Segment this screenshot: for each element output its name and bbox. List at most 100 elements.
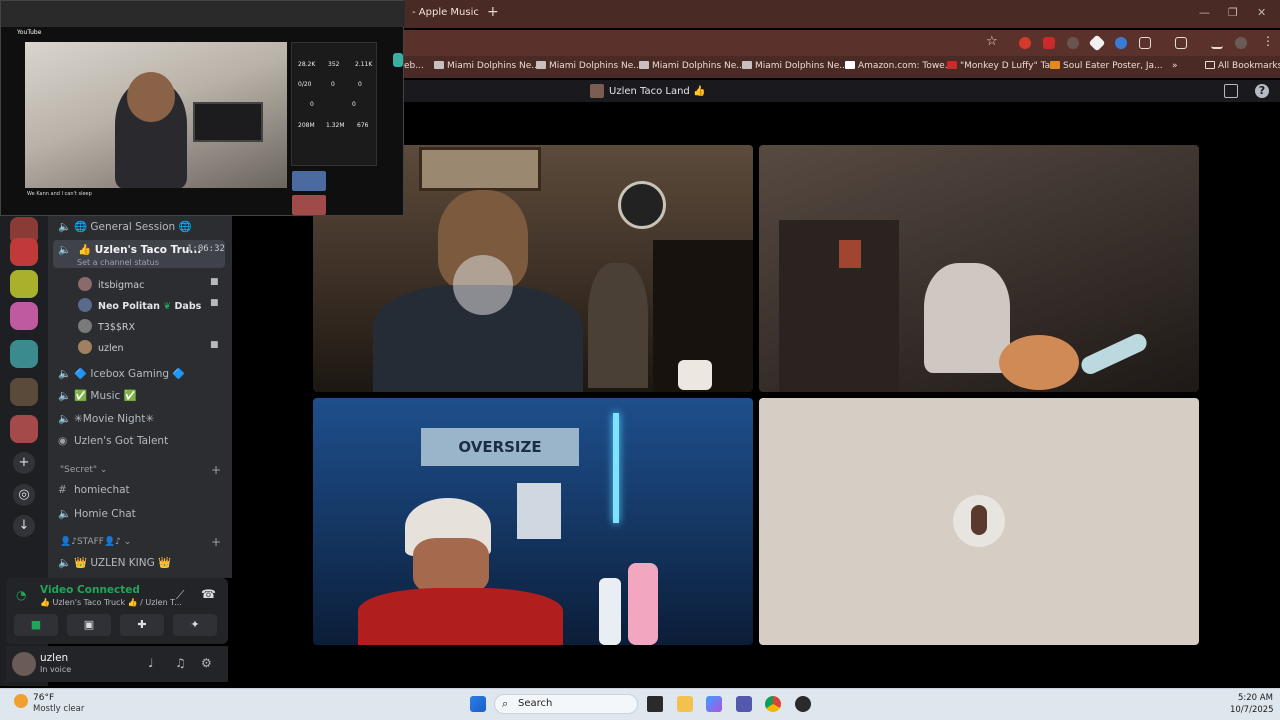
channel-homie-chat[interactable]: 🔈 Homie Chat: [58, 507, 136, 520]
server-icon[interactable]: [10, 302, 38, 330]
youtube-logo[interactable]: YouTube: [17, 29, 41, 36]
close-icon[interactable]: ✕: [1257, 6, 1266, 19]
video-thumbnail[interactable]: [292, 195, 326, 215]
speaker-icon: 🔈: [58, 244, 72, 256]
stat-value: 352: [328, 61, 340, 68]
add-server-icon[interactable]: +: [13, 452, 35, 474]
bookmarks-chevron-icon[interactable]: »: [1172, 61, 1178, 71]
file-explorer-icon[interactable]: [677, 696, 693, 712]
screen-share-button[interactable]: ▣: [67, 614, 111, 636]
weather-description[interactable]: Mostly clear: [33, 704, 84, 714]
gear-icon[interactable]: ⚙: [201, 656, 212, 670]
avatar[interactable]: [12, 652, 36, 676]
username[interactable]: uzlen: [40, 652, 68, 664]
bookmark-item[interactable]: Miami Dolphins Ne...: [742, 61, 848, 71]
channel-icebox-gaming[interactable]: 🔈 🔷 Icebox Gaming 🔷: [58, 367, 186, 380]
stat-value: 2.11K: [355, 61, 373, 68]
maximize-icon[interactable]: ❐: [1228, 6, 1238, 19]
category-secret[interactable]: "Secret" ⌄: [60, 465, 107, 475]
category-staff[interactable]: 👤♪STAFF👤♪ ⌄: [60, 537, 131, 547]
app-icon[interactable]: [795, 696, 811, 712]
extension-icon[interactable]: [1019, 37, 1031, 49]
speaker-icon: 🔈: [58, 390, 72, 402]
profile-avatar[interactable]: [1235, 37, 1247, 49]
bookmark-item[interactable]: Miami Dolphins Ne...: [536, 61, 642, 71]
weather-icon[interactable]: [14, 694, 28, 708]
add-channel-icon[interactable]: +: [211, 463, 221, 477]
clock-date[interactable]: 10/7/2025: [1230, 705, 1274, 715]
browser-tab-title[interactable]: - Apple Music: [412, 7, 479, 18]
speaker-icon: 🔈: [58, 221, 72, 233]
folder-icon: [1205, 61, 1215, 69]
activity-gamepad-button[interactable]: ✚: [120, 614, 164, 636]
youtube-video[interactable]: [25, 42, 287, 188]
headphones-icon[interactable]: ♫: [175, 656, 186, 670]
channel-general-session[interactable]: 🔈 🌐 General Session 🌐: [58, 220, 192, 233]
adblock-icon[interactable]: [1043, 37, 1055, 49]
menu-kebab-icon[interactable]: ⋮: [1262, 34, 1274, 48]
extension-icon[interactable]: [1115, 37, 1127, 49]
channel-movie-night[interactable]: 🔈 ✳Movie Night✳: [58, 412, 154, 425]
noise-suppression-icon[interactable]: ⟋: [176, 588, 184, 603]
chrome-icon[interactable]: [765, 696, 781, 712]
signal-icon[interactable]: ◔: [16, 588, 26, 602]
explore-compass-icon[interactable]: ◎: [13, 484, 35, 506]
extensions-puzzle-icon[interactable]: [1139, 37, 1151, 49]
inbox-icon[interactable]: [1224, 84, 1238, 98]
star-icon[interactable]: ☆: [986, 34, 998, 49]
video-tile-uzlen-avatar[interactable]: [759, 398, 1199, 645]
extension-icon[interactable]: [1067, 37, 1079, 49]
new-tab-icon[interactable]: +: [487, 4, 499, 20]
minimize-icon[interactable]: —: [1199, 6, 1210, 19]
bookmark-item[interactable]: Miami Dolphins Ne...: [639, 61, 745, 71]
server-icon[interactable]: [10, 238, 38, 266]
stat-value: 0/20: [298, 81, 312, 88]
voice-member[interactable]: Neo Politan ❦ Dabs: [78, 298, 201, 312]
voice-member[interactable]: itsbigmac: [78, 277, 144, 291]
pip-scroll-handle[interactable]: [393, 53, 403, 67]
cast-icon[interactable]: [1175, 37, 1187, 49]
voice-channel-path[interactable]: 👍 Uzlen's Taco Truck 👍 / Uzlen T...: [40, 598, 182, 607]
channel-music[interactable]: 🔈 ✅ Music ✅: [58, 389, 137, 402]
microphone-icon[interactable]: ♩: [148, 656, 154, 670]
server-icon[interactable]: [10, 270, 38, 298]
server-icon[interactable]: [10, 378, 38, 406]
bookmark-item[interactable]: Miami Dolphins Ne...: [434, 61, 540, 71]
channel-status[interactable]: Set a channel status: [77, 258, 159, 267]
bookmark-item[interactable]: Soul Eater Poster, Ja...: [1050, 61, 1163, 71]
camera-button[interactable]: ■: [14, 614, 58, 636]
all-bookmarks[interactable]: All Bookmarks: [1205, 61, 1280, 71]
voice-member[interactable]: T3$$RX: [78, 319, 135, 333]
teams-icon[interactable]: [736, 696, 752, 712]
copilot-icon[interactable]: [706, 696, 722, 712]
channel-uzlen-king[interactable]: 🔈 👑 UZLEN KING 👑: [58, 556, 171, 569]
dartboard: [618, 181, 666, 229]
server-icon[interactable]: [10, 340, 38, 368]
weather-temperature[interactable]: 76°F: [33, 693, 54, 703]
windows-start-icon[interactable]: [470, 696, 486, 712]
add-channel-icon[interactable]: +: [211, 535, 221, 549]
pip-youtube-window[interactable]: YouTube 28.2K 352 2.11K 0/20 0 0 0 0 208…: [0, 0, 405, 216]
bookmark-favicon-icon: [947, 61, 957, 69]
video-tile-neo-politan[interactable]: [759, 145, 1199, 392]
video-tile-t3ssrx[interactable]: OVERSIZE: [313, 398, 753, 645]
help-icon[interactable]: ?: [1255, 84, 1269, 98]
soundboard-button[interactable]: ✦: [173, 614, 217, 636]
bookmark-item[interactable]: Amazon.com: Towe...: [845, 61, 953, 71]
bookmark-item[interactable]: "Monkey D Luffy" Ta...: [947, 61, 1059, 71]
video-camera-icon: ■: [210, 340, 219, 350]
video-thumbnail[interactable]: [292, 171, 326, 191]
taskbar-search-box[interactable]: [494, 694, 638, 714]
task-view-icon[interactable]: [647, 696, 663, 712]
stat-value: 0: [331, 81, 335, 88]
server-icon[interactable]: [10, 415, 38, 443]
voice-member[interactable]: uzlen: [78, 340, 124, 354]
bookmark-item[interactable]: eb...: [404, 61, 424, 71]
media-control-icon[interactable]: [1211, 37, 1223, 49]
clock-time[interactable]: 5:20 AM: [1238, 693, 1273, 703]
channel-homiechat[interactable]: # homiechat: [58, 484, 130, 496]
download-icon[interactable]: ↓: [13, 515, 35, 537]
stat-value: 676: [357, 122, 369, 129]
channel-got-talent[interactable]: ◉ Uzlen's Got Talent: [58, 435, 168, 447]
disconnect-icon[interactable]: ☎: [201, 587, 216, 601]
